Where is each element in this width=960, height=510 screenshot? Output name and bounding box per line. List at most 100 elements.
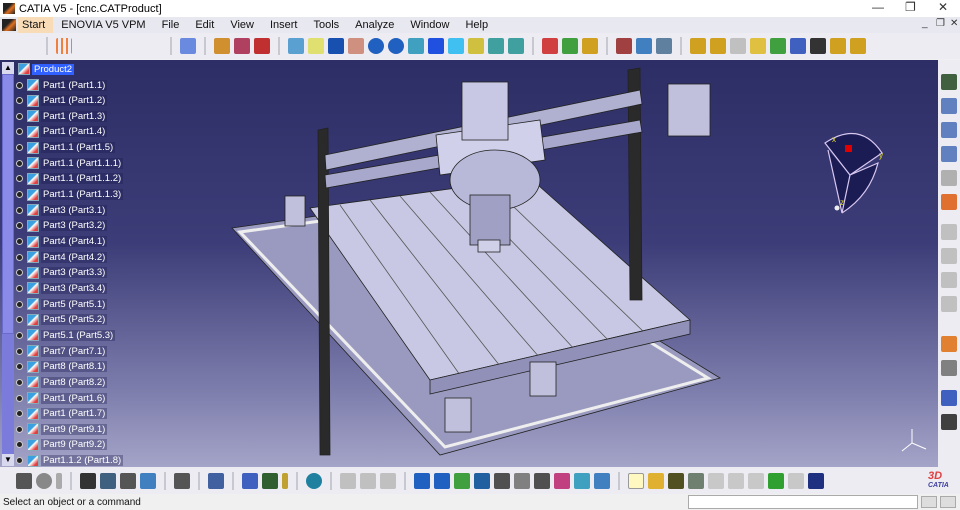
inertia-icon[interactable] — [282, 472, 288, 489]
tree-item-label[interactable]: Part1.1 (Part1.1.2) — [41, 173, 124, 185]
tree-item[interactable]: Part7 (Part7.1) — [16, 344, 108, 358]
replace-icon[interactable] — [750, 38, 766, 54]
clash-icon[interactable] — [656, 38, 672, 54]
tree-item-label[interactable]: Part1.1 (Part1.5) — [41, 142, 116, 154]
measure-icon[interactable] — [941, 74, 957, 90]
reuse-pattern-icon[interactable] — [594, 472, 610, 489]
expand-icon[interactable] — [16, 269, 23, 277]
menu-file[interactable]: File — [154, 17, 188, 33]
measure-between-icon[interactable] — [242, 472, 258, 489]
tree-item-label[interactable]: Part4 (Part4.1) — [41, 236, 108, 247]
tree-item[interactable]: Part9 (Part9.2) — [16, 438, 108, 452]
tree-item-label[interactable]: Part1 (Part1.1) — [41, 79, 108, 91]
fly-icon[interactable] — [288, 38, 304, 54]
menu-insert[interactable]: Insert — [262, 17, 306, 33]
bill-of-material-icon[interactable] — [941, 414, 957, 430]
menu-enovia[interactable]: ENOVIA V5 VPM — [53, 17, 153, 33]
scene-icon[interactable] — [941, 194, 957, 210]
expand-icon[interactable] — [16, 425, 23, 433]
tree-item-label[interactable]: Part5 (Part5.2) — [41, 314, 108, 326]
menu-view[interactable]: View — [222, 17, 262, 33]
quick-constraint-icon[interactable] — [534, 472, 550, 489]
doc-close-button[interactable]: ✕ — [950, 18, 958, 29]
multi-instantiation-icon[interactable] — [850, 38, 866, 54]
flag-note-icon[interactable] — [941, 146, 957, 162]
reorder-icon[interactable] — [941, 390, 957, 406]
menu-edit[interactable]: Edit — [187, 17, 222, 33]
catia-v4-icon[interactable] — [306, 472, 322, 489]
law-icon[interactable] — [56, 472, 62, 489]
cut-link-icon[interactable] — [360, 472, 376, 489]
table-icon[interactable] — [80, 472, 96, 489]
text-icon[interactable] — [941, 122, 957, 138]
expand-icon[interactable] — [16, 363, 23, 371]
tree-item[interactable]: Part8 (Part8.2) — [16, 375, 108, 389]
generate-numbering-icon[interactable] — [790, 38, 806, 54]
tree-item[interactable]: Part3 (Part3.2) — [16, 219, 108, 233]
tree-item-label[interactable]: Part1 (Part1.4) — [41, 126, 108, 138]
open-icon[interactable] — [648, 472, 664, 489]
parameters-icon[interactable] — [100, 472, 116, 489]
tree-item[interactable]: Part1.1 (Part1.1.2) — [16, 172, 124, 186]
expand-icon[interactable] — [16, 410, 23, 418]
rotate-icon[interactable] — [348, 38, 364, 54]
tree-item[interactable]: Part9 (Part9.1) — [16, 422, 108, 436]
compass-handle[interactable] — [845, 145, 852, 152]
doc-minimize-button[interactable]: _ — [922, 18, 928, 29]
scroll-up-button[interactable]: ▲ — [2, 62, 14, 74]
menu-help[interactable]: Help — [457, 17, 496, 33]
cut-icon[interactable] — [708, 472, 724, 489]
offset-icon[interactable] — [454, 472, 470, 489]
catia-menu-icon[interactable] — [2, 19, 16, 31]
lock-icon[interactable] — [120, 472, 136, 489]
menu-start[interactable]: Start — [18, 17, 54, 33]
tree-item[interactable]: Part1.1 (Part1.1.3) — [16, 188, 124, 202]
command-input[interactable] — [688, 495, 918, 509]
design-table-icon[interactable] — [140, 472, 156, 489]
expand-icon[interactable] — [16, 191, 23, 199]
fix-together-icon[interactable] — [514, 472, 530, 489]
cnc-model[interactable] — [0, 60, 938, 467]
knowledge-icon[interactable] — [36, 472, 52, 489]
tree-item[interactable]: Part3 (Part3.4) — [16, 281, 108, 295]
formula-icon[interactable] — [16, 472, 32, 489]
menu-window[interactable]: Window — [402, 17, 457, 33]
scroll-thumb[interactable] — [2, 74, 14, 334]
new-icon[interactable] — [628, 472, 644, 489]
product-icon[interactable] — [180, 38, 196, 54]
selective-load-icon[interactable] — [810, 38, 826, 54]
manipulation-icon[interactable] — [941, 360, 957, 376]
zoom-out-icon[interactable] — [388, 38, 404, 54]
tree-item-label[interactable]: Part8 (Part8.2) — [41, 376, 108, 388]
expand-icon[interactable] — [16, 253, 23, 261]
whats-this-icon[interactable] — [808, 472, 824, 489]
expand-icon[interactable] — [16, 206, 23, 214]
graph-tree-icon[interactable] — [770, 38, 786, 54]
tree-item-label[interactable]: Part1.1 (Part1.1.1) — [41, 157, 124, 169]
change-constraint-icon[interactable] — [574, 472, 590, 489]
tree-root[interactable]: Product2 — [18, 62, 75, 76]
tree-item[interactable]: Part1 (Part1.7) — [16, 407, 108, 421]
render-icon[interactable] — [234, 38, 250, 54]
expand-icon[interactable] — [16, 316, 23, 324]
sectioning-icon[interactable] — [941, 170, 957, 186]
menu-analyze[interactable]: Analyze — [347, 17, 402, 33]
pan-icon[interactable] — [328, 38, 344, 54]
contact-icon[interactable] — [434, 472, 450, 489]
multi-view-icon[interactable] — [428, 38, 444, 54]
tree-item-label[interactable]: Part1.1 (Part1.1.3) — [41, 189, 124, 201]
fix-icon[interactable] — [494, 472, 510, 489]
tree-item[interactable]: Part1.1.2 (Part1.8) — [16, 454, 124, 468]
tree-item-label[interactable]: Part3 (Part3.2) — [41, 220, 108, 232]
expand-icon[interactable] — [16, 112, 23, 120]
expand-icon[interactable] — [16, 159, 23, 167]
redo-icon[interactable] — [788, 472, 804, 489]
component-icon[interactable] — [710, 38, 726, 54]
paste-special-icon[interactable] — [380, 472, 396, 489]
command-button-2[interactable] — [940, 496, 956, 508]
tree-item-label[interactable]: Part8 (Part8.1) — [41, 361, 108, 373]
tree-root-label[interactable]: Product2 — [32, 63, 75, 75]
compass[interactable]: x y z — [820, 125, 890, 215]
shading-icon[interactable] — [468, 38, 484, 54]
expand-icon[interactable] — [16, 144, 23, 152]
